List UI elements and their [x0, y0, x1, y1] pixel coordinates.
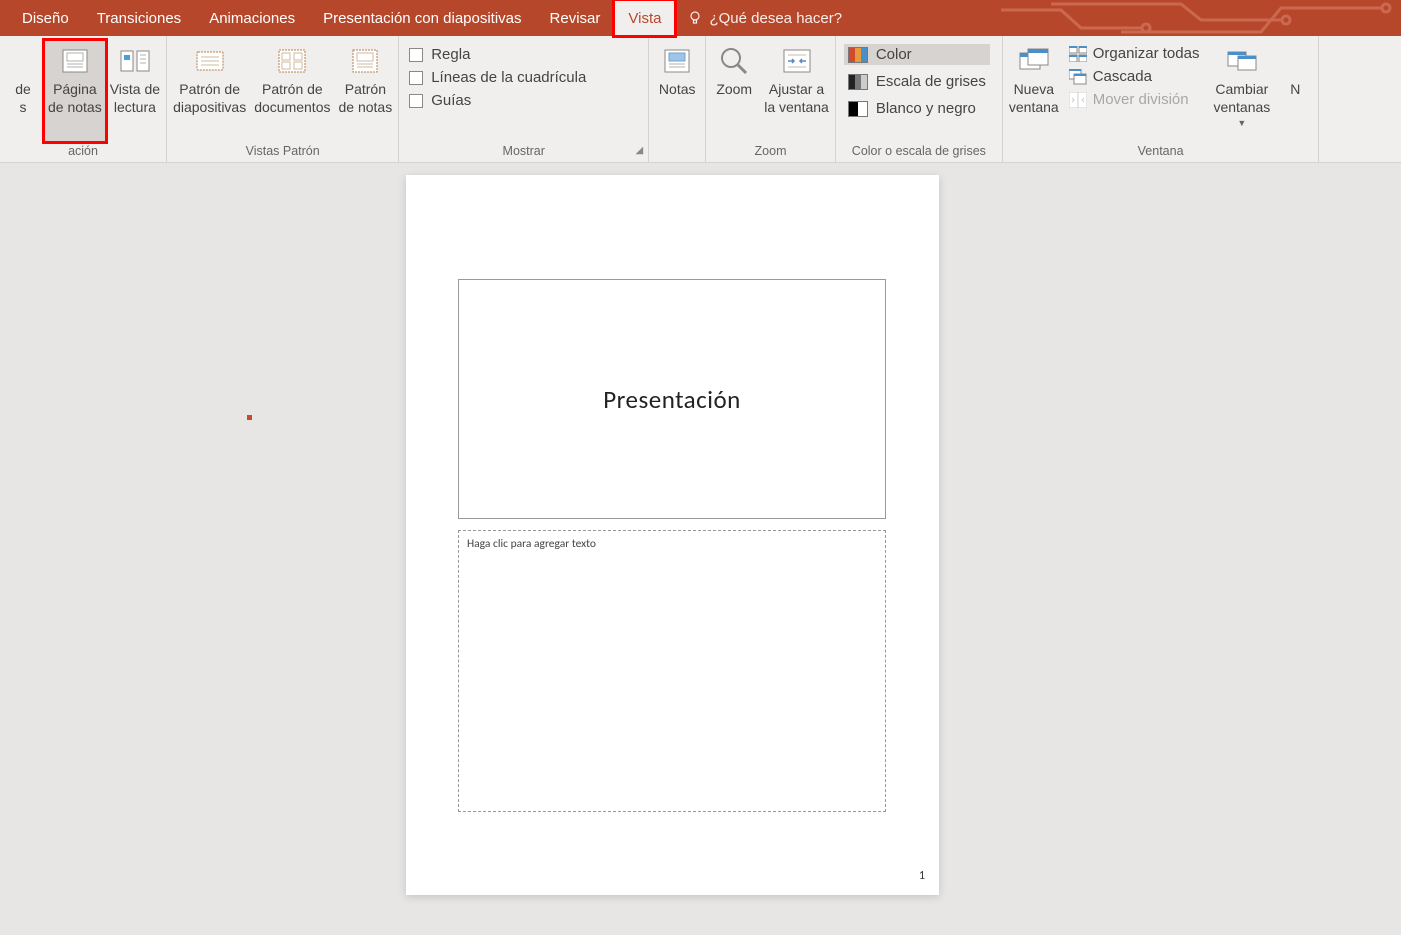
handout-master-icon — [275, 46, 309, 76]
group-presentation-views-label: ación — [2, 142, 164, 162]
dialog-launcher-icon[interactable]: ◢ — [636, 145, 644, 156]
switch-windows-button[interactable]: Cambiar ventanas ▼ — [1209, 40, 1274, 142]
notes-text-box[interactable]: Haga clic para agregar texto — [458, 530, 886, 812]
group-color-grayscale: Color Escala de grises Blanco y negro Co… — [836, 36, 1003, 162]
handout-master-button[interactable]: Patrón de documentos — [250, 40, 334, 142]
cascade-label: Cascada — [1093, 68, 1152, 85]
gridlines-checkbox[interactable]: Líneas de la cuadrícula — [409, 69, 586, 86]
notes-master-button[interactable]: Patrón de notas — [335, 40, 397, 142]
slide-title: Presentación — [603, 384, 741, 415]
reading-view-icon — [118, 46, 152, 76]
ribbon-tabs: Diseño Transiciones Animaciones Presenta… — [0, 0, 1401, 36]
checkbox-icon — [409, 94, 423, 108]
slide-master-icon — [193, 46, 227, 76]
group-window-label: Ventana — [1005, 142, 1316, 162]
reading-view-button[interactable]: Vista de lectura — [106, 40, 164, 142]
notes-page-view[interactable]: Presentación Haga clic para agregar text… — [406, 175, 939, 895]
switch-windows-icon — [1225, 46, 1259, 76]
slide-master-button[interactable]: Patrón de diapositivas — [169, 40, 250, 142]
group-zoom-label: Zoom — [708, 142, 833, 162]
notes-master-label: Patrón de notas — [339, 80, 393, 116]
ribbon: de s Página de notas Vista de lectura ac… — [0, 36, 1401, 163]
guides-checkbox[interactable]: Guías — [409, 92, 586, 109]
arrange-all-label: Organizar todas — [1093, 45, 1200, 62]
notes-master-icon — [348, 46, 382, 76]
chevron-down-icon: ▼ — [1237, 118, 1246, 130]
cascade-button[interactable]: Cascada — [1067, 67, 1202, 86]
notes-page-button[interactable]: Página de notas — [44, 40, 106, 142]
slide-master-label: Patrón de diapositivas — [173, 80, 246, 116]
tell-me-label: ¿Qué desea hacer? — [709, 10, 842, 27]
group-show-label: Mostrar ◢ — [401, 142, 646, 162]
arrange-all-button[interactable]: Organizar todas — [1067, 44, 1202, 63]
gridlines-label: Líneas de la cuadrícula — [431, 69, 586, 86]
color-button[interactable]: Color — [844, 44, 990, 65]
color-swatch-icon — [848, 47, 868, 63]
switch-windows-label: Cambiar ventanas — [1213, 80, 1270, 116]
group-show: Regla Líneas de la cuadrícula Guías Most… — [399, 36, 649, 162]
notes-button[interactable]: Notas — [651, 40, 703, 142]
notes-page-label: Página de notas — [48, 80, 102, 116]
color-label: Color — [876, 46, 912, 63]
cascade-icon — [1069, 69, 1087, 85]
checkbox-icon — [409, 71, 423, 85]
reading-view-label: Vista de lectura — [110, 80, 160, 116]
circuit-decoration — [1001, 0, 1401, 36]
partial-button-right[interactable]: N — [1274, 40, 1316, 142]
slide-thumbnail[interactable]: Presentación — [458, 279, 886, 519]
tab-design[interactable]: Diseño — [8, 0, 83, 36]
notes-label: Notas — [659, 80, 696, 98]
grayscale-button[interactable]: Escala de grises — [844, 71, 990, 92]
tab-animations[interactable]: Animaciones — [195, 0, 309, 36]
grayscale-swatch-icon — [848, 74, 868, 90]
group-master-views: Patrón de diapositivas Patrón de documen… — [167, 36, 399, 162]
fit-to-window-label: Ajustar a la ventana — [764, 80, 829, 116]
ruler-checkbox[interactable]: Regla — [409, 46, 586, 63]
move-split-label: Mover división — [1093, 91, 1189, 108]
cursor-marker — [247, 415, 252, 420]
tab-slideshow[interactable]: Presentación con diapositivas — [309, 0, 535, 36]
lightbulb-icon — [687, 10, 703, 26]
black-white-label: Blanco y negro — [876, 100, 976, 117]
zoom-button[interactable]: Zoom — [708, 40, 760, 142]
grayscale-label: Escala de grises — [876, 73, 986, 90]
fit-to-window-icon — [780, 46, 814, 76]
tell-me-search[interactable]: ¿Qué desea hacer? — [687, 0, 842, 36]
partial-button-right-label: N — [1290, 80, 1300, 98]
new-window-icon — [1017, 46, 1051, 76]
fit-to-window-button[interactable]: Ajustar a la ventana — [760, 40, 833, 142]
move-split-icon — [1069, 92, 1087, 108]
group-master-views-label: Vistas Patrón — [169, 142, 396, 162]
notes-icon — [660, 46, 694, 76]
tab-transitions[interactable]: Transiciones — [83, 0, 195, 36]
group-presentation-views: de s Página de notas Vista de lectura ac… — [0, 36, 167, 162]
partial-button-label: de s — [15, 80, 31, 116]
new-window-button[interactable]: Nueva ventana — [1005, 40, 1063, 142]
black-white-button[interactable]: Blanco y negro — [844, 98, 990, 119]
guides-label: Guías — [431, 92, 471, 109]
partial-button-left[interactable]: de s — [2, 40, 44, 142]
notes-placeholder-text: Haga clic para agregar texto — [467, 537, 877, 551]
group-zoom: Zoom Ajustar a la ventana Zoom — [706, 36, 836, 162]
ruler-label: Regla — [431, 46, 470, 63]
group-notes-label — [651, 142, 703, 162]
workspace: Presentación Haga clic para agregar text… — [0, 163, 1401, 935]
group-window: Nueva ventana Organizar todas Cascada Mo… — [1003, 36, 1319, 162]
move-split-button: Mover división — [1067, 90, 1202, 109]
notes-page-icon — [58, 46, 92, 76]
zoom-label: Zoom — [716, 80, 752, 98]
checkbox-icon — [409, 48, 423, 62]
group-color-label: Color o escala de grises — [838, 142, 1000, 162]
arrange-all-icon — [1069, 46, 1087, 62]
group-notes: Notas — [649, 36, 706, 162]
bw-swatch-icon — [848, 101, 868, 117]
page-number: 1 — [919, 869, 925, 883]
tab-review[interactable]: Revisar — [536, 0, 615, 36]
tab-view[interactable]: Vista — [614, 0, 675, 36]
new-window-label: Nueva ventana — [1009, 80, 1059, 116]
zoom-icon — [717, 46, 751, 76]
handout-master-label: Patrón de documentos — [254, 80, 330, 116]
